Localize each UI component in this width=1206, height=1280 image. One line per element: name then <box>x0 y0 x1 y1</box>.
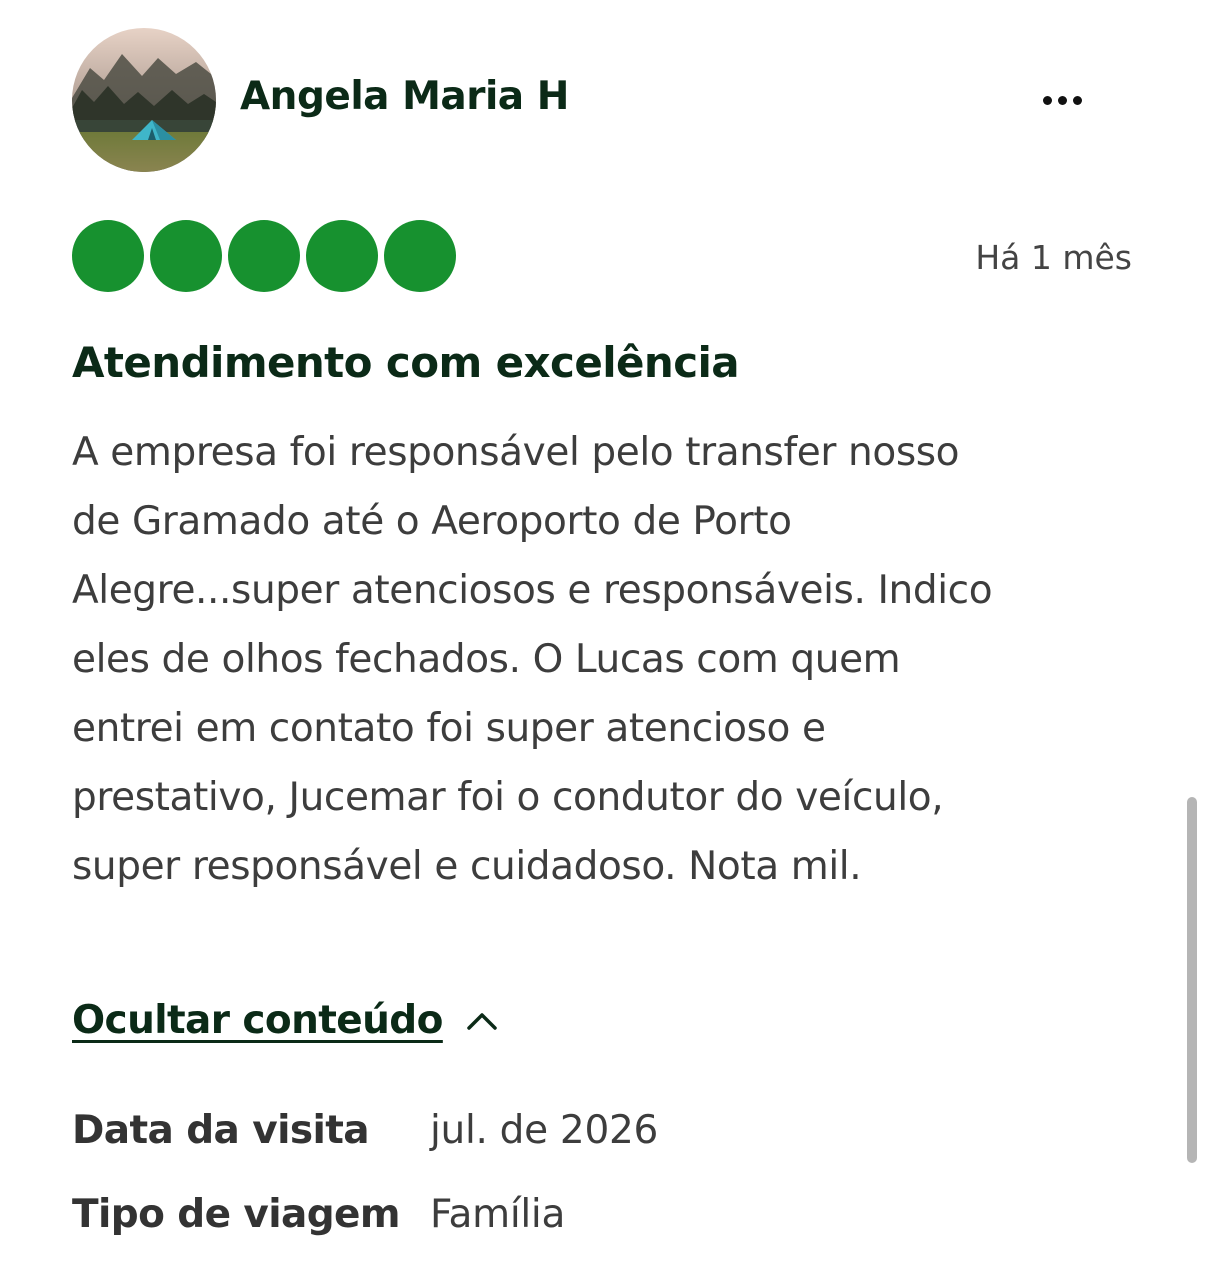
review-body-line: A empresa foi responsável pelo transfer … <box>72 430 960 475</box>
rating-bubble-icon <box>384 220 456 292</box>
trip-type-label: Tipo de viagem <box>72 1192 401 1237</box>
more-horizontal-icon <box>1042 95 1052 105</box>
review-title: Atendimento com excelência <box>72 338 740 387</box>
more-options-button[interactable] <box>1030 80 1094 120</box>
review-body-line: entrei em contato foi super atencioso e <box>72 706 826 751</box>
reviewer-name[interactable]: Angela Maria H <box>240 74 569 119</box>
visit-date-value: jul. de 2026 <box>430 1108 658 1153</box>
hide-content-link[interactable]: Ocultar conteúdo <box>72 998 499 1043</box>
rating-bubble-icon <box>72 220 144 292</box>
review-body-line: super responsável e cuidadoso. Nota mil. <box>72 844 862 889</box>
review-body-line: prestativo, Jucemar foi o condutor do ve… <box>72 775 944 820</box>
hide-content-label[interactable]: Ocultar conteúdo <box>72 998 443 1043</box>
chevron-up-icon[interactable] <box>465 1010 499 1032</box>
more-horizontal-icon-dot <box>1072 95 1082 105</box>
scrollbar-thumb[interactable] <box>1187 797 1197 1163</box>
review-body-line: Alegre...super atenciosos e responsáveis… <box>72 568 993 613</box>
review-body-line: eles de olhos fechados. O Lucas com quem <box>72 637 901 682</box>
rating-bubble-icon <box>306 220 378 292</box>
review-date: Há 1 mês <box>975 238 1132 277</box>
trip-type-value: Família <box>430 1192 566 1237</box>
avatar[interactable] <box>72 28 216 172</box>
review-body: A empresa foi responsável pelo transfer … <box>72 418 1152 901</box>
camping-tent-photo <box>72 28 216 172</box>
rating-bubble-icon <box>150 220 222 292</box>
more-horizontal-icon-dot <box>1057 95 1067 105</box>
visit-date-label: Data da visita <box>72 1108 370 1153</box>
review-body-line: de Gramado até o Aeroporto de Porto <box>72 499 792 544</box>
rating-bubble-icon <box>228 220 300 292</box>
